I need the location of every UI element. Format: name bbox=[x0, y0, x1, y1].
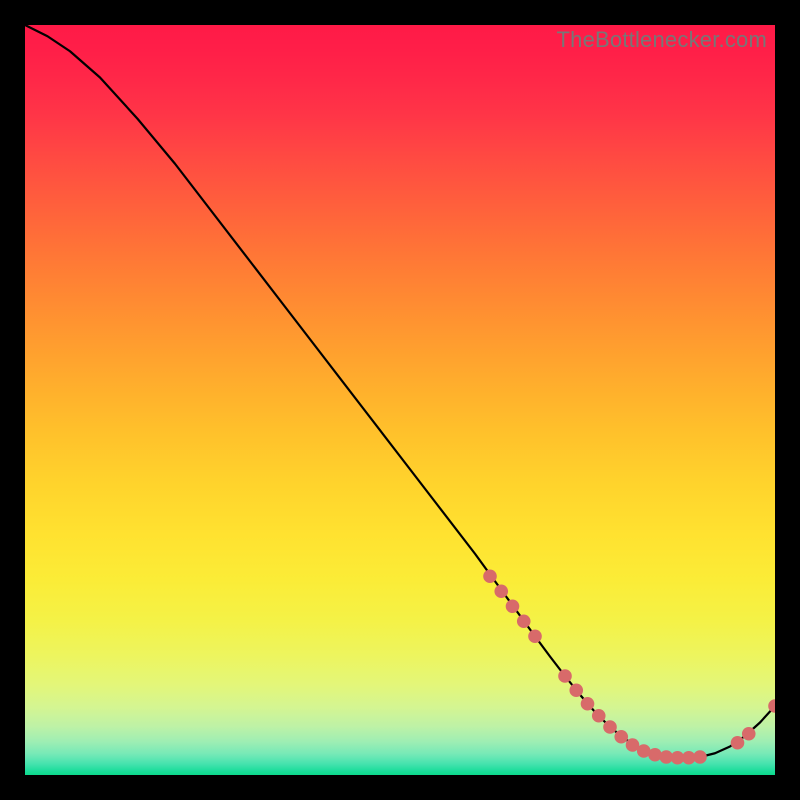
curve-marker bbox=[506, 599, 520, 613]
curve-marker bbox=[742, 727, 756, 741]
bottleneck-curve-chart bbox=[25, 25, 775, 775]
curve-marker bbox=[569, 683, 583, 697]
curve-marker bbox=[614, 730, 628, 744]
chart-frame: TheBottlenecker.com bbox=[25, 25, 775, 775]
curve-marker bbox=[494, 584, 508, 598]
curve-marker bbox=[603, 720, 617, 734]
curve-marker bbox=[483, 569, 497, 583]
gradient-background bbox=[25, 25, 775, 775]
curve-marker bbox=[528, 629, 542, 643]
curve-marker bbox=[648, 748, 662, 762]
curve-marker bbox=[581, 697, 595, 711]
watermark-text: TheBottlenecker.com bbox=[557, 27, 767, 53]
curve-marker bbox=[731, 736, 745, 750]
curve-marker bbox=[592, 709, 606, 723]
curve-marker bbox=[558, 669, 572, 683]
curve-marker bbox=[517, 614, 531, 628]
curve-marker bbox=[693, 750, 707, 764]
